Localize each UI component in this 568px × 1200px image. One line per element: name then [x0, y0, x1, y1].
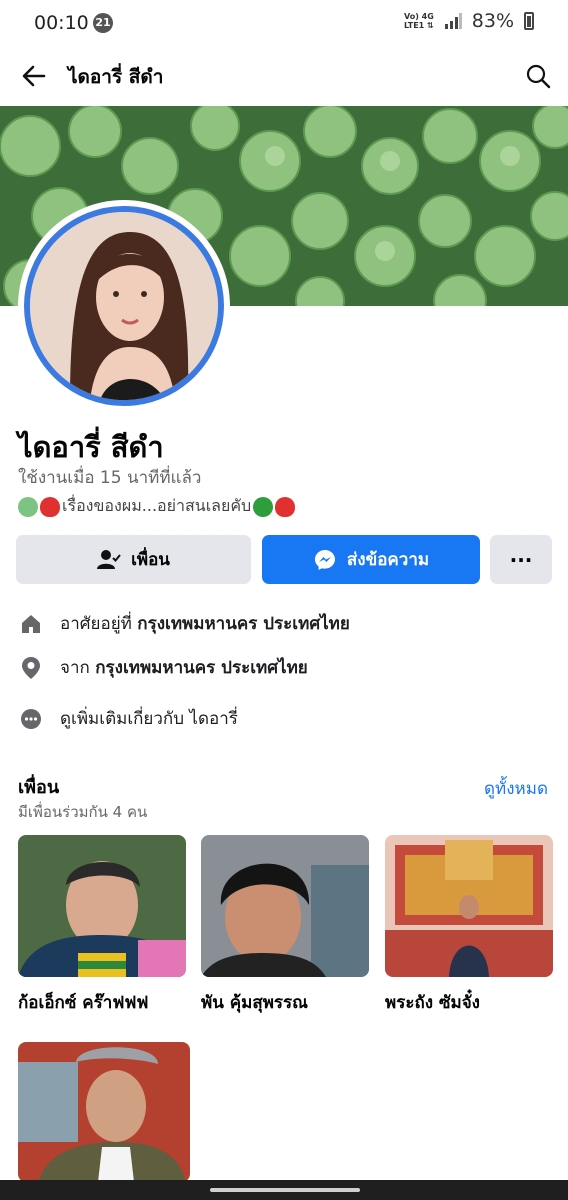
more-options-button[interactable]: ···: [490, 535, 552, 584]
messenger-icon: [314, 549, 335, 570]
app-header: ไดอารี่ สีดำ: [0, 48, 568, 104]
message-button[interactable]: ส่งข้อความ: [262, 535, 480, 584]
from-place[interactable]: กรุงเทพมหานคร ประเทศไทย: [95, 658, 308, 678]
clover-emoji-icon: [253, 496, 274, 517]
friend-photo: [18, 835, 186, 977]
friend-button[interactable]: เพื่อน: [16, 535, 251, 584]
info-lives-in: อาศัยอยู่ที่ กรุงเทพมหานคร ประเทศไทย: [18, 610, 350, 637]
friend-button-label: เพื่อน: [131, 550, 170, 570]
info-from: จาก กรุงเทพมหานคร ประเทศไทย: [18, 654, 308, 681]
friend-card[interactable]: [18, 1042, 190, 1194]
home-gesture-handle[interactable]: [210, 1188, 360, 1192]
strawberry-emoji-icon: [40, 496, 60, 517]
battery-icon: [524, 12, 534, 30]
message-button-label: ส่งข้อความ: [346, 550, 430, 570]
battery-percent: 83%: [471, 10, 514, 32]
see-all-friends-link[interactable]: ดูทั้งหมด: [484, 775, 548, 802]
location-pin-icon: [18, 655, 44, 681]
profile-avatar[interactable]: [18, 200, 230, 412]
avatar-ring: [24, 206, 224, 406]
friend-card[interactable]: พระถัง ซัมจั๋ง: [385, 835, 553, 1016]
status-time: 00:10: [34, 12, 89, 34]
search-icon[interactable]: [524, 62, 552, 90]
network-indicator: Vo) 4G LTE1 ⇅: [404, 12, 434, 30]
friend-card[interactable]: ก้อเอ็กซ์ คร๊าฟฟฟ: [18, 835, 186, 1016]
from-prefix: จาก: [60, 658, 90, 678]
friend-name: พัน คุ้มสุพรรณ: [201, 993, 308, 1013]
friend-card[interactable]: พัน คุ้มสุพรรณ: [201, 835, 369, 1016]
recycle-emoji-icon: [18, 496, 38, 517]
header-title: ไดอารี่ สีดำ: [68, 66, 164, 88]
system-navigation-bar: [0, 1180, 568, 1200]
friend-photo: [385, 835, 553, 977]
friend-name: ก้อเอ็กซ์ คร๊าฟฟฟ: [18, 993, 149, 1013]
signal-icon: [444, 13, 462, 29]
avatar-photo: [30, 212, 218, 400]
lives-prefix: อาศัยอยู่ที่: [60, 614, 132, 634]
status-bar: 00:10 21 Vo) 4G LTE1 ⇅ 83%: [0, 0, 568, 48]
friend-name: พระถัง ซัมจั๋ง: [385, 993, 480, 1013]
see-more-about[interactable]: ดูเพิ่มเติมเกี่ยวกับ ไดอารี่: [18, 705, 238, 732]
see-more-label: ดูเพิ่มเติมเกี่ยวกับ ไดอารี่: [60, 709, 238, 729]
active-status: ใช้งานเมื่อ 15 นาทีที่แล้ว: [18, 468, 202, 488]
notification-count-badge: 21: [93, 13, 113, 33]
friends-section-title: เพื่อน: [18, 777, 60, 798]
friend-photo: [18, 1042, 190, 1182]
bio-text: เรื่องของผม...อย่าสนเลยคับ: [62, 496, 252, 515]
more-dots-icon: [18, 706, 44, 732]
profile-bio: เรื่องของผม...อย่าสนเลยคับ: [18, 494, 296, 519]
status-icons: Vo) 4G LTE1 ⇅ 83%: [404, 10, 534, 32]
lives-place[interactable]: กรุงเทพมหานคร ประเทศไทย: [137, 614, 350, 634]
strawberry-emoji-icon: [275, 496, 296, 517]
arrow-left-icon[interactable]: [20, 62, 48, 90]
home-icon: [18, 611, 44, 637]
friend-check-icon: [97, 549, 121, 569]
friend-photo: [201, 835, 369, 977]
network-top-text: Vo) 4G: [403, 12, 434, 21]
network-bottom-text: LTE1 ⇅: [403, 21, 434, 30]
more-icon: ···: [509, 547, 533, 572]
mutual-friends-count: มีเพื่อนร่วมกัน 4 คน: [18, 803, 148, 821]
